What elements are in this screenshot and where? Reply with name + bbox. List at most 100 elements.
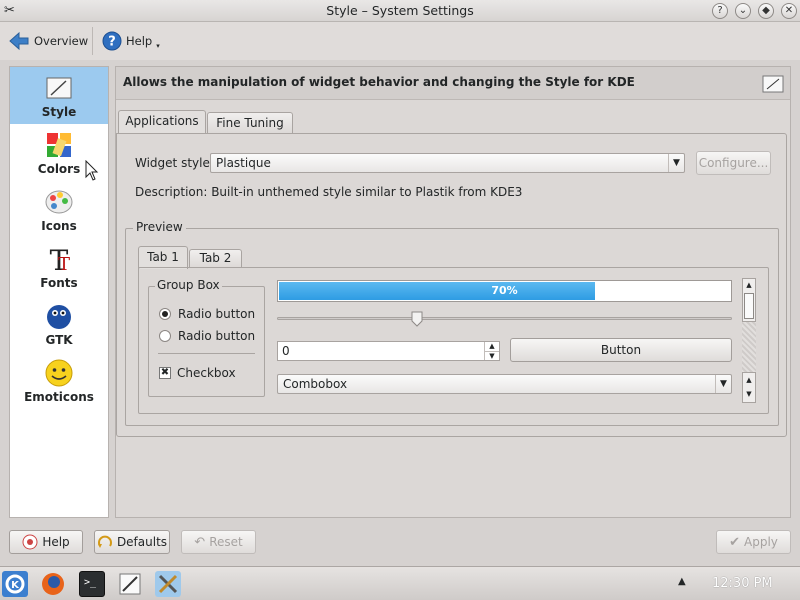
widget-style-value: Plastique — [216, 156, 271, 170]
group-box-title: Group Box — [155, 278, 222, 292]
progress-text: 70% — [491, 284, 518, 297]
fonts-icon: TT — [50, 244, 70, 274]
spin-up-icon[interactable]: ▲ — [484, 342, 499, 351]
sidebar-item-emoticons[interactable]: Emoticons — [10, 352, 108, 409]
reset-button[interactable]: ↶ Reset — [181, 530, 256, 554]
kde-gear-icon: K — [5, 574, 25, 594]
firefox-icon[interactable] — [40, 571, 66, 597]
module-header: Allows the manipulation of widget behavi… — [116, 67, 790, 100]
help-window-button[interactable]: ? — [712, 3, 728, 19]
defaults-button-label: Defaults — [116, 535, 168, 549]
icons-icon — [45, 190, 73, 214]
sidebar-item-gtk[interactable]: GTK — [10, 295, 108, 352]
preview-combobox-value: Combobox — [283, 377, 348, 391]
preview-button[interactable]: Button — [510, 338, 732, 362]
window-title: Style – System Settings — [326, 3, 474, 18]
defaults-icon — [97, 535, 112, 548]
sidebar-item-style[interactable]: Style — [10, 67, 108, 124]
reset-button-label: Reset — [209, 535, 243, 549]
colors-icon — [47, 133, 71, 157]
preview-button-label: Button — [600, 343, 642, 357]
svg-text:?: ? — [108, 35, 116, 50]
radio-button-1-label: Radio button — [178, 307, 256, 321]
mouse-cursor-icon — [85, 160, 99, 181]
configure-label: Configure... — [698, 156, 769, 170]
style-icon — [46, 77, 72, 99]
overview-label: Overview — [34, 34, 89, 48]
widget-style-combobox[interactable]: Plastique ▼ — [210, 153, 685, 173]
scroll-up-icon[interactable]: ▲ — [743, 279, 755, 291]
overview-button[interactable]: Overview — [8, 28, 88, 54]
chevron-down-icon: ▼ — [715, 375, 731, 393]
checkbox-label: Checkbox — [177, 366, 236, 380]
scroll-down-icon[interactable]: ▼ — [743, 388, 755, 400]
sidebar-item-fonts[interactable]: TT Fonts — [10, 238, 108, 295]
maximize-button[interactable]: ◆ — [758, 3, 774, 19]
scrollbar-thumb[interactable] — [744, 293, 754, 319]
svg-text:T: T — [58, 254, 70, 274]
scroll-up-icon[interactable]: ▲ — [743, 374, 755, 386]
help-button[interactable]: Help — [9, 530, 83, 554]
toolbar: Overview ? Help ▾ — [0, 22, 800, 60]
radio-button-1[interactable] — [159, 308, 171, 320]
preview-combobox[interactable]: Combobox ▼ — [277, 374, 732, 394]
apply-button[interactable]: ✔ Apply — [716, 530, 791, 554]
checkmark-icon: ✔ — [729, 534, 740, 550]
widget-style-label: Widget style: — [135, 156, 214, 170]
svg-text:K: K — [11, 580, 20, 591]
radio-button-2[interactable] — [159, 330, 171, 342]
configure-button[interactable]: Configure... — [696, 151, 771, 175]
help-button-label: Help — [42, 535, 70, 549]
sidebar-item-label: Fonts — [40, 276, 78, 290]
undo-icon: ↶ — [194, 534, 206, 550]
progress-bar: 70% — [277, 280, 732, 302]
spinbox-value: 0 — [282, 344, 290, 358]
radio-button-2-label: Radio button — [178, 329, 256, 343]
checkbox[interactable]: ✖ — [159, 367, 171, 379]
preview-title: Preview — [133, 220, 186, 234]
system-settings-icon[interactable] — [155, 571, 181, 597]
help-icon: ? — [102, 31, 122, 51]
spin-down-icon[interactable]: ▼ — [484, 351, 499, 360]
slider-track — [277, 317, 732, 320]
gtk-icon — [47, 305, 71, 329]
scrollbar-track[interactable] — [742, 322, 756, 372]
clock[interactable]: 12:30 PM — [712, 576, 773, 591]
sidebar-item-label: Emoticons — [24, 390, 94, 404]
title-bar: ✂ Style – System Settings ? ⌄ ◆ ✕ — [0, 0, 800, 22]
apply-button-label: Apply — [744, 535, 778, 549]
minimize-button[interactable]: ⌄ — [735, 3, 751, 19]
tab-preview-1[interactable]: Tab 1 — [138, 246, 188, 269]
sidebar-item-icons[interactable]: Icons — [10, 181, 108, 238]
style-description: Description: Built-in unthemed style sim… — [135, 185, 523, 199]
group-divider — [158, 353, 255, 354]
help-toolbar-label: Help — [126, 34, 153, 48]
close-button[interactable]: ✕ — [781, 3, 797, 19]
chevron-down-icon: ▼ — [668, 154, 684, 172]
help-icon — [22, 534, 38, 550]
slider-handle[interactable] — [411, 311, 423, 327]
dropdown-arrow-icon: ▾ — [156, 42, 160, 50]
spinbox[interactable]: 0 ▲ ▼ — [277, 341, 500, 361]
sidebar-item-label: GTK — [45, 333, 73, 347]
back-arrow-icon — [9, 31, 29, 51]
sidebar: Style Colors Icons TT Fonts GTK Emoticon… — [9, 66, 109, 518]
taskbar: K >_ ▲ 12:30 PM — [0, 566, 800, 600]
kde-launcher-icon[interactable]: K — [2, 571, 28, 597]
defaults-button[interactable]: Defaults — [94, 530, 170, 554]
module-description: Allows the manipulation of widget behavi… — [123, 75, 635, 89]
help-toolbar-button[interactable]: ? Help ▾ — [102, 28, 160, 54]
vertical-scrollbar[interactable]: ▲ — [742, 278, 756, 322]
text-editor-icon[interactable] — [117, 571, 143, 597]
sidebar-item-label: Style — [41, 105, 77, 119]
tab-applications[interactable]: Applications — [118, 110, 206, 134]
module-style-icon — [762, 75, 784, 93]
scrollbar-lower-buttons[interactable]: ▲ ▼ — [742, 372, 756, 403]
emoticons-icon — [45, 359, 73, 387]
terminal-icon[interactable]: >_ — [79, 571, 105, 597]
tab-fine-tuning[interactable]: Fine Tuning — [207, 112, 293, 134]
tray-expand-icon[interactable]: ▲ — [678, 576, 686, 587]
sidebar-item-label: Icons — [41, 219, 77, 233]
toolbar-divider — [92, 27, 93, 55]
tab-preview-2[interactable]: Tab 2 — [189, 249, 242, 268]
